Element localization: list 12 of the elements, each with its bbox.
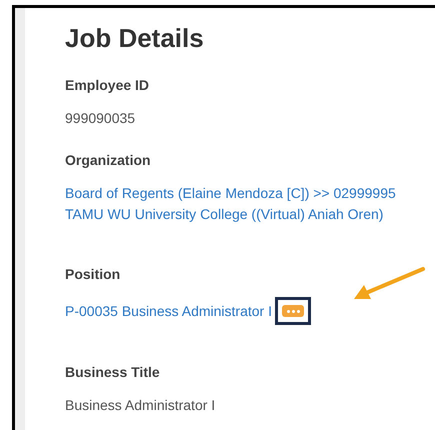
field-label: Employee ID — [65, 76, 150, 94]
field-label: Business Title — [65, 363, 161, 381]
related-actions-button[interactable] — [282, 305, 304, 317]
page-title: Job Details — [65, 22, 205, 54]
arrow-icon — [352, 266, 426, 302]
field-value: Business Administrator I — [65, 396, 216, 415]
field-link[interactable]: Board of Regents (Elaine Mendoza [C]) >> 02999995 — [65, 183, 396, 204]
field-label: Organization — [65, 151, 152, 169]
field-value: 999090035 — [65, 109, 136, 128]
field-label: Position — [65, 265, 122, 283]
field-link[interactable]: TAMU WU University College ((Virtual) Aniah Oren) — [65, 204, 384, 225]
field-link[interactable]: P-00035 Business Administrator I — [65, 300, 272, 322]
